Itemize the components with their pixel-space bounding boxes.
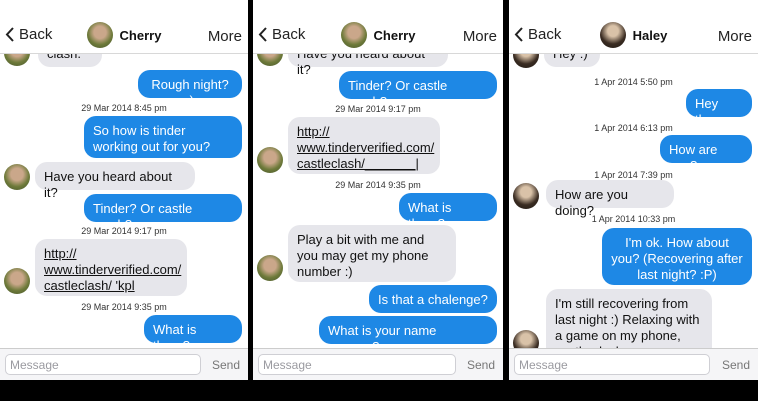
more-button[interactable]: More — [463, 28, 497, 45]
outgoing-message: Tinder? Or castle crash? — [339, 71, 497, 109]
timestamp: 29 Mar 2014 8:45 pm — [81, 103, 167, 113]
contact-avatar — [599, 22, 626, 48]
navigation-bar: Back Cherry More — [0, 0, 248, 54]
chat-panel-cherry-2: Have you heard about it? Tinder? Or cast… — [253, 0, 503, 380]
compose-bar: Message Send — [0, 348, 248, 380]
navigation-bar: Back Haley More — [509, 0, 758, 54]
timestamp: 1 Apr 2014 7:39 pm — [594, 170, 673, 180]
chat-panel-haley: Hey :) 1 Apr 2014 5:50 pm Hey there 1 Ap… — [509, 0, 758, 380]
contact-avatar — [257, 255, 283, 281]
compose-bar: Message Send — [253, 348, 503, 380]
incoming-message: I'm still recovering from last night :) … — [546, 289, 712, 348]
chat-panel-cherry-1: clash. Rough night? :) 29 Mar 2014 8:45 … — [0, 0, 248, 380]
send-button[interactable]: Send — [467, 358, 495, 372]
timestamp: 29 Mar 2014 9:35 pm — [81, 302, 167, 312]
contact-avatar — [340, 22, 367, 48]
outgoing-message: So how is tinder working out for you? — [84, 116, 242, 158]
outgoing-message: I'm ok. How about you? (Recovering after… — [602, 228, 752, 285]
outgoing-message: What is your name anyway? — [319, 316, 497, 348]
outgoing-message: What is there? — [399, 193, 497, 231]
timestamp: 1 Apr 2014 6:13 pm — [594, 123, 673, 133]
timestamp: 29 Mar 2014 9:17 pm — [81, 226, 167, 236]
timestamp: 29 Mar 2014 9:35 pm — [335, 180, 421, 190]
contact-avatar — [4, 268, 30, 294]
message-input[interactable]: Message — [514, 354, 710, 375]
more-button[interactable]: More — [718, 28, 752, 45]
incoming-message: How are you doing? — [546, 180, 674, 218]
incoming-link-message[interactable]: http:// www.tinderverified.com/ castlecl… — [35, 239, 187, 296]
contact-avatar — [257, 147, 283, 173]
compose-bar: Message Send — [509, 348, 758, 380]
timestamp: 29 Mar 2014 9:17 pm — [335, 104, 421, 114]
navigation-bar: Back Cherry More — [253, 0, 503, 54]
contact-name: Cherry — [119, 27, 162, 43]
contact-avatar — [86, 22, 113, 48]
outgoing-message: How are you? — [660, 135, 752, 173]
more-button[interactable]: More — [208, 28, 242, 45]
incoming-message: Have you heard about it? — [35, 162, 195, 200]
contact-name: Haley — [632, 27, 668, 43]
send-button[interactable]: Send — [722, 358, 750, 372]
timestamp: 1 Apr 2014 5:50 pm — [594, 77, 673, 87]
outgoing-message: Is that a chalenge? — [369, 285, 497, 313]
outgoing-message: Tinder? Or castle crash? — [84, 194, 242, 232]
send-button[interactable]: Send — [212, 358, 240, 372]
message-input[interactable]: Message — [258, 354, 456, 375]
timestamp: 1 Apr 2014 10:33 pm — [591, 214, 676, 224]
incoming-link-message[interactable]: http:// www.tinderverified.com/ castlecl… — [288, 117, 440, 174]
contact-avatar — [513, 183, 539, 209]
contact-avatar — [513, 330, 539, 348]
contact-name: Cherry — [373, 27, 416, 43]
message-input[interactable]: Message — [5, 354, 201, 375]
outgoing-message: Hey there — [686, 89, 752, 127]
outgoing-message: What is there? — [144, 315, 242, 348]
outgoing-message: Rough night? :) — [138, 70, 242, 108]
contact-avatar — [4, 164, 30, 190]
incoming-message: Play a bit with me and you may get my ph… — [288, 225, 456, 282]
